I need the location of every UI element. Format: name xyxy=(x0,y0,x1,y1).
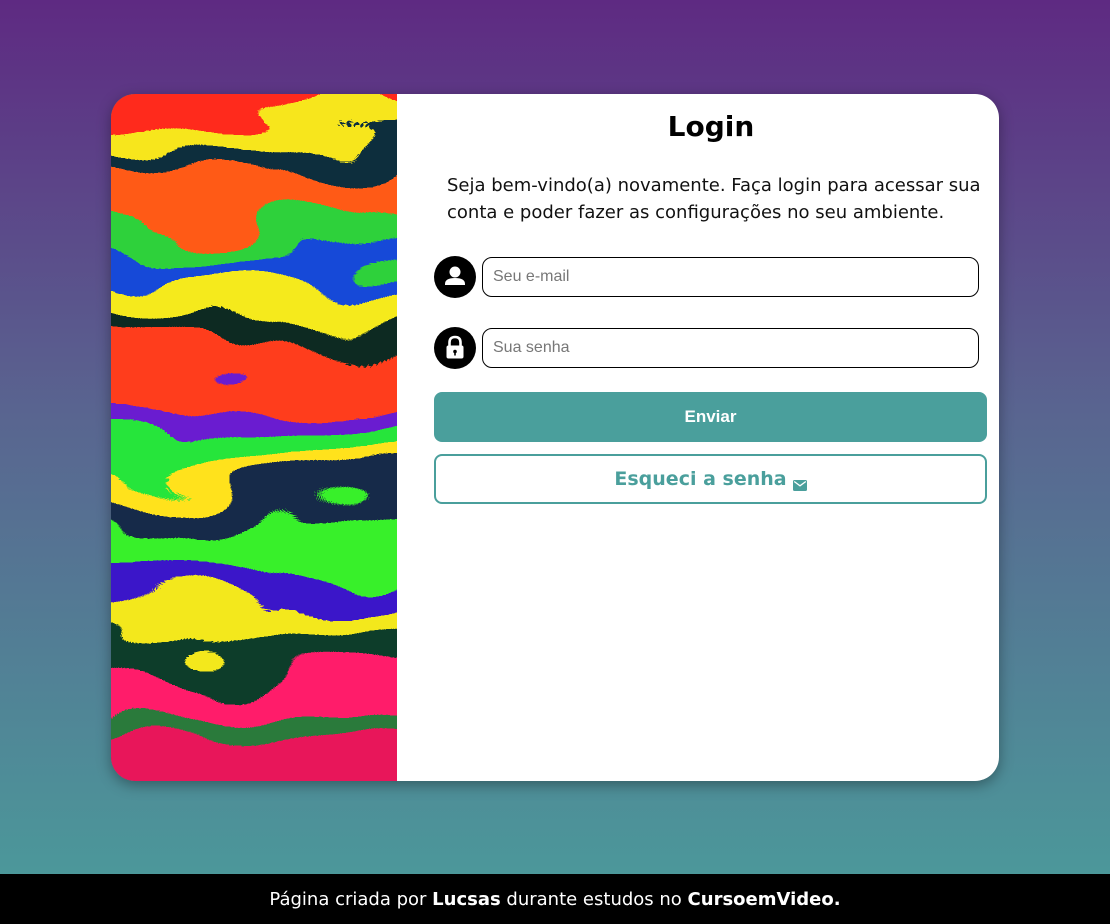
page-title: Login xyxy=(667,110,755,143)
password-row xyxy=(434,327,980,369)
email-row xyxy=(434,256,980,298)
footer-middle: durante estudos no xyxy=(500,888,688,910)
submit-button[interactable]: Enviar xyxy=(434,392,987,442)
mail-icon xyxy=(792,474,807,491)
user-icon xyxy=(434,256,476,298)
login-card: Login Seja bem-vindo(a) novamente. Faça … xyxy=(111,94,999,781)
login-form-panel: Login Seja bem-vindo(a) novamente. Faça … xyxy=(397,94,999,781)
footer-author: Lucsas xyxy=(432,888,501,910)
password-input[interactable] xyxy=(482,328,979,368)
decorative-marble-image xyxy=(111,94,397,781)
page-footer: Página criada por Lucsas durante estudos… xyxy=(0,874,1110,924)
welcome-text: Seja bem-vindo(a) novamente. Faça login … xyxy=(447,175,981,223)
lock-icon xyxy=(434,327,476,369)
forgot-password-button[interactable]: Esqueci a senha xyxy=(434,454,987,504)
email-input[interactable] xyxy=(482,257,979,297)
footer-course: CursoemVideo. xyxy=(687,888,841,910)
footer-prefix: Página criada por xyxy=(269,888,433,910)
forgot-password-label: Esqueci a senha xyxy=(614,468,787,490)
